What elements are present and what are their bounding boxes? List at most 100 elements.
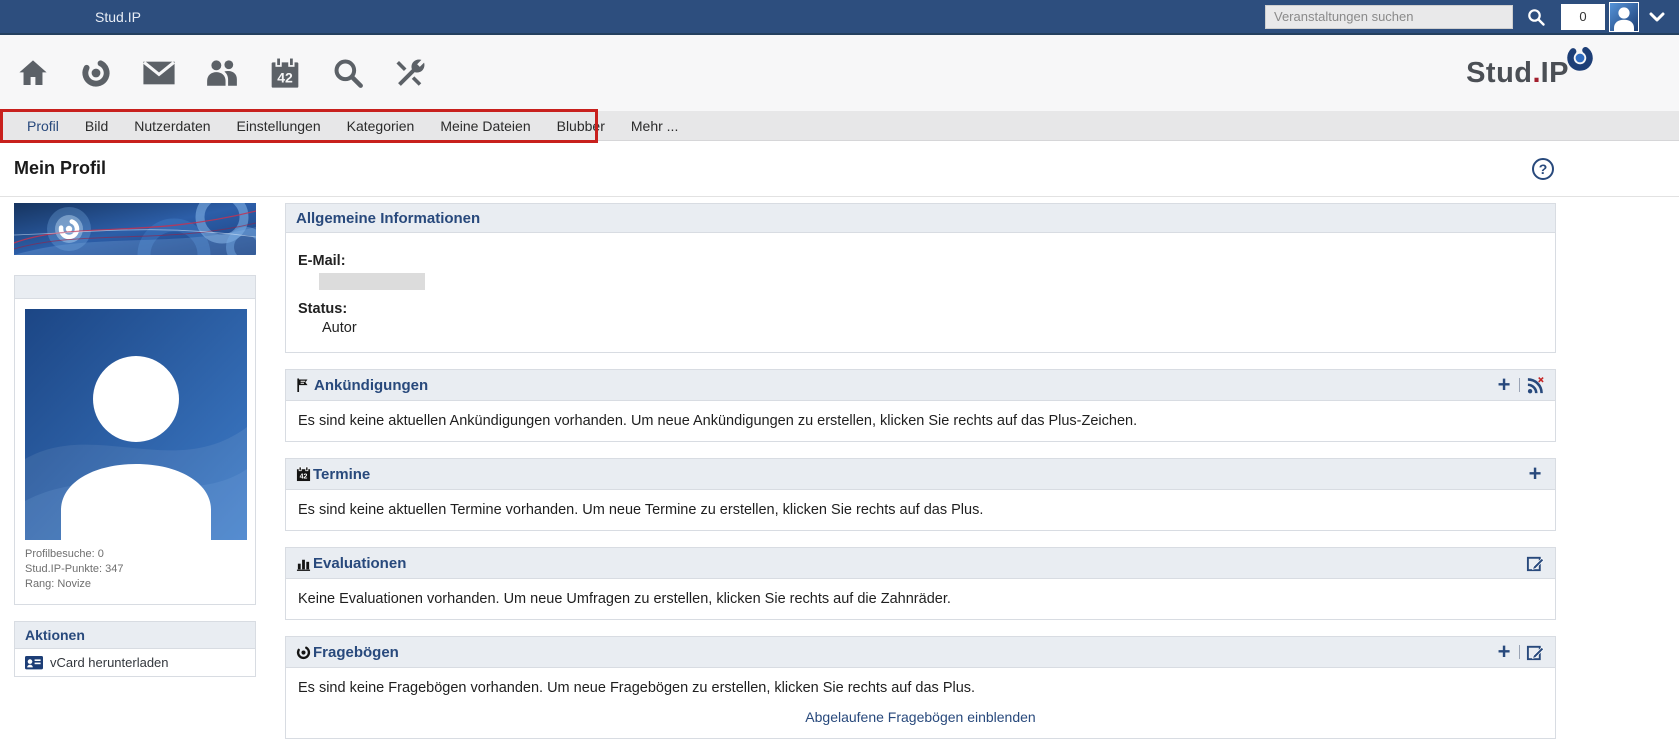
tab-bild[interactable]: Bild [72,111,121,141]
section-announcements-header: Ankündigungen + [286,370,1555,401]
tools-icon [395,57,427,89]
help-icon[interactable]: ? [1532,158,1554,180]
action-separator [1519,378,1520,392]
page-title: Mein Profil [14,158,106,179]
announcements-empty-text: Es sind keine aktuellen Ankündigungen vo… [298,413,1137,429]
search-input[interactable] [1265,5,1513,29]
studip-logo[interactable]: Stud.IP [1466,57,1569,90]
sidebar-banner-image [14,203,256,255]
dates-actions: + [1525,464,1545,484]
tab-mehr[interactable]: Mehr ... [618,111,691,141]
add-questionnaire-button plus-icon[interactable]: + [1494,642,1514,662]
evaluations-actions [1525,553,1545,573]
calendar-42-icon: 42 [269,56,301,90]
tab-blubber[interactable]: Blubber [544,111,618,141]
notification-counter[interactable]: 0 [1561,4,1605,30]
profile-stats: Profilbesuche: 0 Stud.IP-Punkte: 347 Ran… [25,540,245,594]
news-icon [296,377,312,393]
community-icon [205,58,239,88]
dates-empty-text: Es sind keine aktuellen Termine vorhande… [298,502,983,518]
mail-icon [142,59,176,87]
section-evaluations-body: Keine Evaluationen vorhanden. Um neue Um… [286,579,1555,619]
actions-card-title: Aktionen [15,622,255,649]
show-expired-questionnaires-link[interactable]: Abgelaufene Fragebögen einblenden [805,709,1035,725]
home-icon [17,57,49,89]
tab-profil[interactable]: Profil [14,111,72,141]
evaluation-icon [296,556,311,571]
email-label: E-Mail: [298,253,1543,269]
profile-card: Profilbesuche: 0 Stud.IP-Punkte: 347 Ran… [14,275,256,605]
email-value-redacted [319,273,425,290]
profile-avatar-placeholder [25,309,247,540]
nav-messages-button[interactable] [142,54,176,92]
nav-profile-spiral-button[interactable] [79,54,113,92]
logo-red-dot: . [1533,57,1541,90]
magnifier-icon [1526,7,1546,27]
section-announcements-title: Ankündigungen [314,377,428,394]
action-separator [1519,645,1520,659]
nav-community-button[interactable] [205,54,239,92]
search-submit-button[interactable] [1523,4,1549,30]
nav-search-button[interactable] [331,54,365,92]
tab-einstellungen[interactable]: Einstellungen [224,111,334,141]
status-label: Status: [298,301,1543,317]
main-navigation-bar: 42 Stud.IP [0,35,1679,111]
section-general-info: Allgemeine Informationen E-Mail: Status:… [285,203,1556,353]
rss-off-icon[interactable] [1525,375,1545,395]
add-announcement-button plus-icon[interactable]: + [1494,375,1514,395]
profile-points: Stud.IP-Punkte: 347 [25,562,245,577]
sidebar: Profilbesuche: 0 Stud.IP-Punkte: 347 Ran… [14,203,256,745]
app-title: Stud.IP [95,9,141,25]
user-avatar-button[interactable] [1609,2,1639,32]
spiral-icon [80,57,112,89]
evaluations-empty-text: Keine Evaluationen vorhanden. Um neue Um… [298,591,951,607]
section-questionnaires-header: Fragebögen + [286,637,1555,668]
questionnaires-actions: + [1494,642,1545,662]
vcard-download-link[interactable]: vCard herunterladen [15,649,255,676]
section-general-body: E-Mail: Status: Autor [286,233,1555,352]
user-menu-chevron[interactable] [1649,11,1665,23]
content-header: Mein Profil ? [0,141,1679,197]
page-layout: Profilbesuche: 0 Stud.IP-Punkte: 347 Ran… [0,197,1679,745]
schedule-icon: 42 [296,466,311,482]
profile-card-body: Profilbesuche: 0 Stud.IP-Punkte: 347 Ran… [15,299,255,604]
avatar-icon [1610,5,1638,31]
section-dates-body: Es sind keine aktuellen Termine vorhande… [286,490,1555,530]
edit-questionnaires-button edit-icon[interactable] [1525,642,1545,662]
questionnaire-icon [296,645,311,660]
nav-tools-button[interactable] [394,54,428,92]
nav-home-button[interactable] [16,54,50,92]
vcard-icon [25,656,43,670]
top-bar: Stud.IP 0 [0,0,1679,35]
section-dates-header: 42 Termine + [286,459,1555,490]
actions-card: Aktionen vCard herunterladen [14,621,256,677]
add-date-button plus-icon[interactable]: + [1525,464,1545,484]
edit-evaluations-button edit-icon[interactable] [1525,553,1545,573]
vcard-download-label: vCard herunterladen [50,655,169,670]
section-evaluations-header: Evaluationen [286,548,1555,579]
profile-card-header [15,276,255,299]
section-announcements: Ankündigungen + Es sind keine a [285,369,1556,442]
tab-kategorien[interactable]: Kategorien [334,111,428,141]
tab-nutzerdaten[interactable]: Nutzerdaten [121,111,223,141]
announcements-actions: + [1494,375,1545,395]
section-evaluations: Evaluationen Keine Evaluationen vorhande… [285,547,1556,620]
section-questionnaires: Fragebögen + Es sind keine Fragebögen vo… [285,636,1556,739]
chevron-down-icon [1649,11,1665,23]
profile-tab-bar: Profil Bild Nutzerdaten Einstellungen Ka… [0,111,1679,141]
nav-schedule-button[interactable]: 42 [268,54,302,92]
tab-meine-dateien[interactable]: Meine Dateien [427,111,543,141]
section-questionnaires-title: Fragebögen [313,644,399,661]
section-dates: 42 Termine + Es sind keine aktuellen Ter… [285,458,1556,531]
main-content: Allgemeine Informationen E-Mail: Status:… [285,203,1556,745]
profile-visits: Profilbesuche: 0 [25,547,245,562]
section-questionnaires-body: Es sind keine Fragebögen vorhanden. Um n… [286,668,1555,738]
svg-text:42: 42 [300,474,308,481]
questionnaires-empty-text: Es sind keine Fragebögen vorhanden. Um n… [298,680,975,696]
section-general-header: Allgemeine Informationen [286,204,1555,233]
svg-text:42: 42 [277,69,293,85]
section-announcements-body: Es sind keine aktuellen Ankündigungen vo… [286,401,1555,441]
status-value: Autor [322,317,1543,336]
expired-questionnaires-row: Abgelaufene Fragebögen einblenden [298,709,1543,726]
logo-text-part1: Stud [1466,57,1532,90]
